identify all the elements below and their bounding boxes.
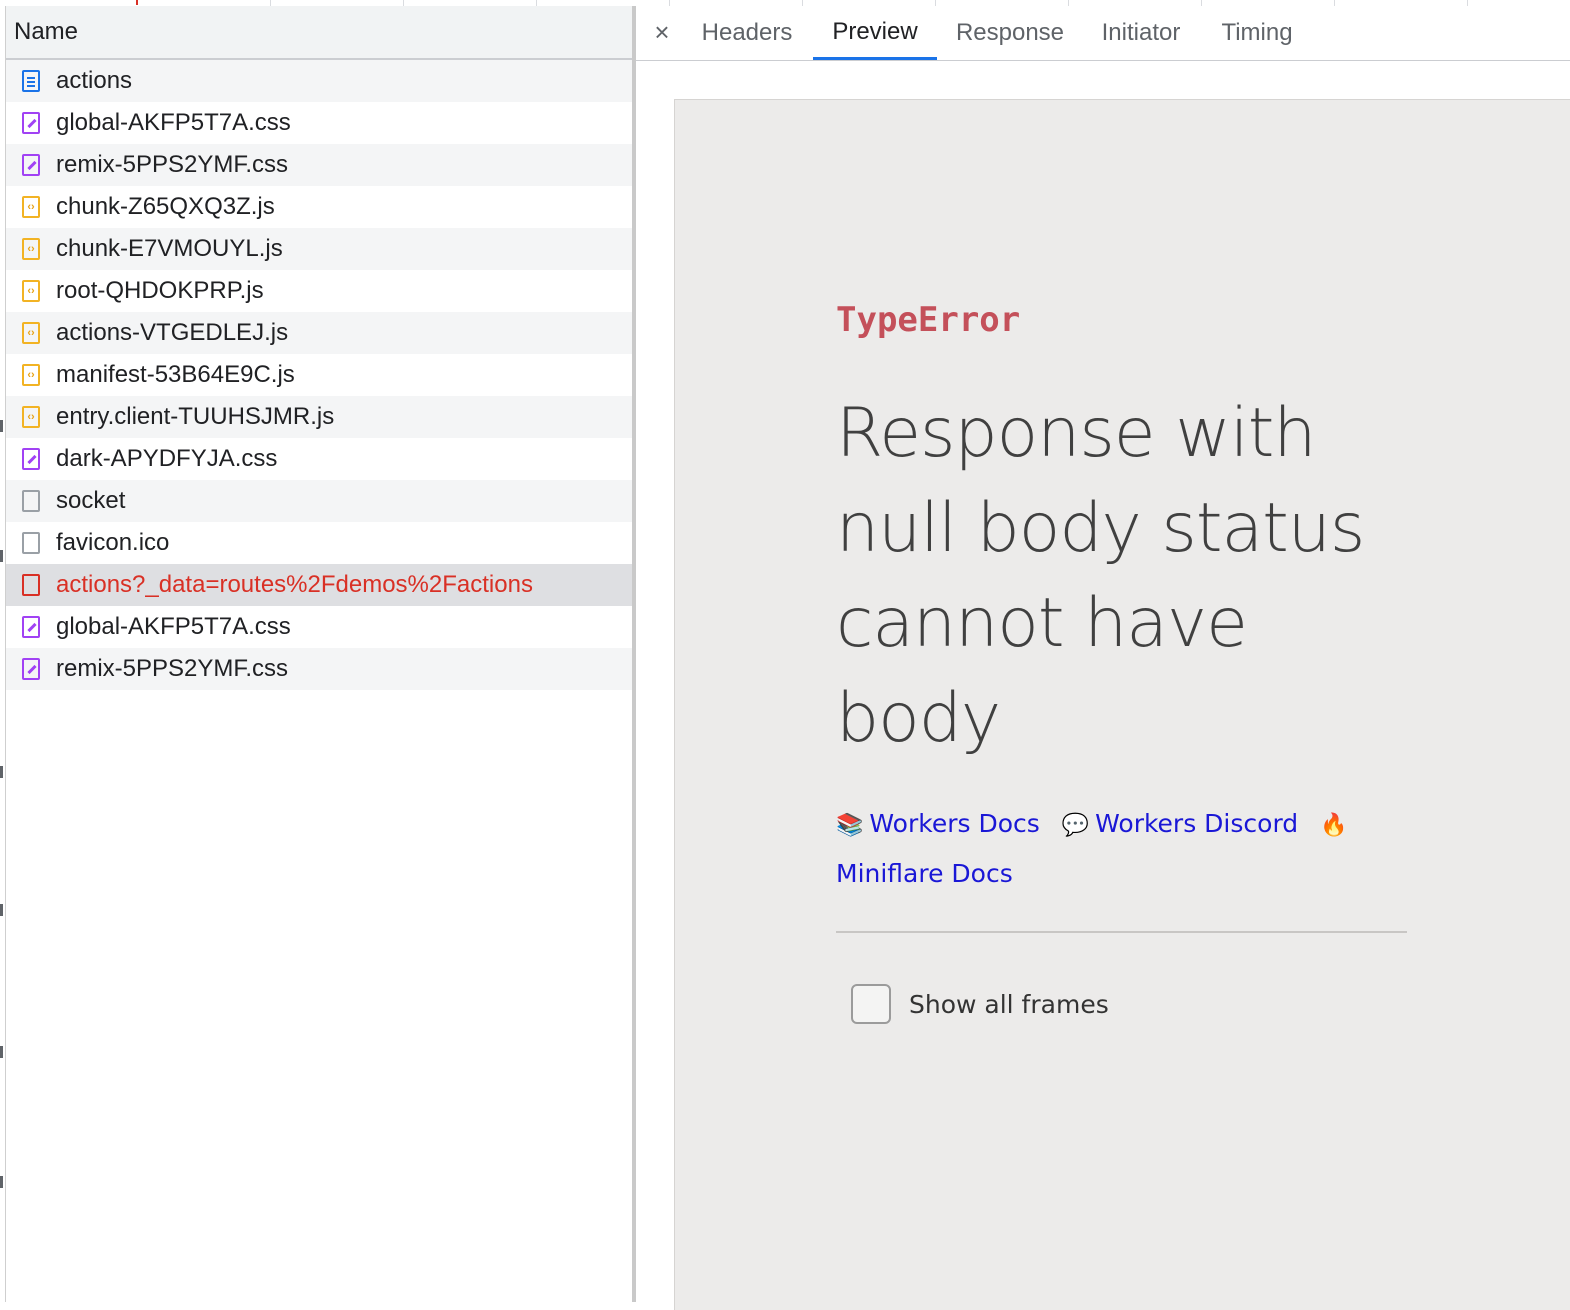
preview-area: TypeError Response with null body status… bbox=[636, 61, 1570, 1310]
workers-docs-link[interactable]: Workers Docs bbox=[869, 809, 1039, 838]
request-row[interactable]: remix-5PPS2YMF.css bbox=[6, 648, 632, 690]
speech-bubble-icon: 💬 bbox=[1061, 813, 1090, 838]
request-row[interactable]: socket bbox=[6, 480, 632, 522]
error-type: TypeError bbox=[836, 300, 1021, 340]
request-row[interactable]: actions-VTGEDLEJ.js bbox=[6, 312, 632, 354]
timeline-marker bbox=[136, 0, 138, 5]
script-icon bbox=[22, 196, 40, 218]
tab-label: Preview bbox=[832, 17, 918, 45]
request-name: actions?_data=routes%2Fdemos%2Factions bbox=[56, 571, 533, 598]
request-name: entry.client-TUUHSJMR.js bbox=[56, 403, 335, 430]
script-icon bbox=[22, 322, 40, 344]
request-row[interactable]: global-AKFP5T7A.css bbox=[6, 606, 632, 648]
request-row-selected[interactable]: actions?_data=routes%2Fdemos%2Factions bbox=[6, 564, 632, 606]
request-row[interactable]: dark-APYDFYJA.css bbox=[6, 438, 632, 480]
name-column-header[interactable]: Name bbox=[6, 6, 632, 60]
script-icon bbox=[22, 406, 40, 428]
request-row[interactable]: remix-5PPS2YMF.css bbox=[6, 144, 632, 186]
file-icon bbox=[22, 532, 40, 554]
tab-label: Timing bbox=[1221, 19, 1293, 46]
request-name: dark-APYDFYJA.css bbox=[56, 445, 278, 472]
section-divider bbox=[836, 931, 1407, 933]
name-column-header-label: Name bbox=[14, 18, 79, 45]
request-name: remix-5PPS2YMF.css bbox=[56, 151, 289, 178]
request-name: global-AKFP5T7A.css bbox=[56, 109, 291, 136]
tab-label: Headers bbox=[701, 19, 793, 46]
request-row[interactable]: favicon.ico bbox=[6, 522, 632, 564]
request-name: chunk-Z65QXQ3Z.js bbox=[56, 193, 275, 220]
request-name: remix-5PPS2YMF.css bbox=[56, 655, 289, 682]
error-file-icon bbox=[22, 574, 40, 596]
request-row[interactable]: root-QHDOKPRP.js bbox=[6, 270, 632, 312]
request-row[interactable]: chunk-Z65QXQ3Z.js bbox=[6, 186, 632, 228]
script-icon bbox=[22, 238, 40, 260]
request-name: favicon.ico bbox=[56, 529, 170, 556]
show-all-frames-label: Show all frames bbox=[909, 989, 1109, 1019]
help-links: 📚 Workers Docs 💬 Workers Discord 🔥 Miniflar… bbox=[836, 800, 1396, 898]
stylesheet-icon bbox=[22, 616, 40, 638]
error-page-preview: TypeError Response with null body status… bbox=[674, 99, 1570, 1310]
request-name: actions-VTGEDLEJ.js bbox=[56, 319, 289, 346]
request-name: chunk-E7VMOUYL.js bbox=[56, 235, 283, 262]
show-all-frames-checkbox[interactable] bbox=[851, 984, 891, 1024]
request-name: socket bbox=[56, 487, 126, 514]
request-details-panel: × Headers Preview Response Initiator Tim… bbox=[636, 6, 1570, 1310]
tab-preview[interactable]: Preview bbox=[813, 6, 937, 60]
tab-label: Response bbox=[955, 19, 1065, 46]
stylesheet-icon bbox=[22, 112, 40, 134]
miniflare-docs-link[interactable]: Miniflare Docs bbox=[836, 859, 1013, 888]
request-row[interactable]: actions bbox=[6, 60, 632, 102]
books-icon: 📚 bbox=[836, 813, 864, 838]
request-row[interactable]: chunk-E7VMOUYL.js bbox=[6, 228, 632, 270]
script-icon bbox=[22, 364, 40, 386]
workers-discord-link[interactable]: Workers Discord bbox=[1095, 809, 1298, 838]
tab-response[interactable]: Response bbox=[940, 6, 1080, 60]
stylesheet-icon bbox=[22, 658, 40, 680]
close-icon[interactable]: × bbox=[650, 16, 674, 48]
tab-initiator[interactable]: Initiator bbox=[1083, 6, 1199, 60]
error-message: Response with null body status cannot ha… bbox=[836, 394, 1365, 758]
stylesheet-icon bbox=[22, 448, 40, 470]
request-name: global-AKFP5T7A.css bbox=[56, 613, 291, 640]
tab-headers[interactable]: Headers bbox=[684, 6, 810, 60]
script-icon bbox=[22, 280, 40, 302]
fire-icon: 🔥 bbox=[1320, 813, 1348, 838]
request-name: manifest-53B64E9C.js bbox=[56, 361, 295, 388]
request-name: root-QHDOKPRP.js bbox=[56, 277, 264, 304]
request-list-panel: Name actions global-AKFP5T7A.css remix-5… bbox=[6, 6, 632, 1302]
request-name: actions bbox=[56, 67, 133, 94]
tab-label: Initiator bbox=[1101, 19, 1181, 46]
document-icon bbox=[22, 70, 40, 92]
tab-timing[interactable]: Timing bbox=[1202, 6, 1312, 60]
request-row[interactable]: entry.client-TUUHSJMR.js bbox=[6, 396, 632, 438]
request-row[interactable]: global-AKFP5T7A.css bbox=[6, 102, 632, 144]
file-icon bbox=[22, 490, 40, 512]
request-row[interactable]: manifest-53B64E9C.js bbox=[6, 354, 632, 396]
details-tab-bar: × Headers Preview Response Initiator Tim… bbox=[636, 6, 1570, 61]
show-all-frames-toggle[interactable]: Show all frames bbox=[851, 984, 1109, 1024]
stylesheet-icon bbox=[22, 154, 40, 176]
